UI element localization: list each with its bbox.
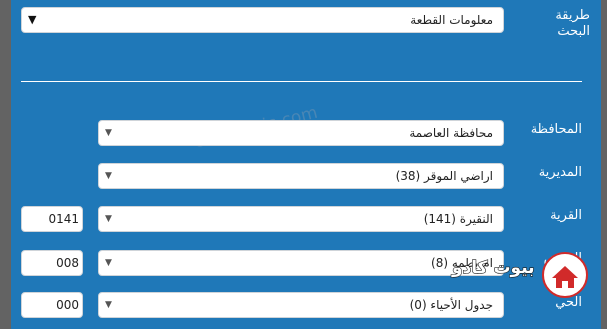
village-code-input[interactable]: 0141 — [21, 206, 83, 232]
search-method-value: معلومات القطعة — [410, 13, 493, 27]
governorate-value: محافظة العاصمة — [409, 126, 493, 140]
search-method-label: طريقة البحث — [555, 8, 590, 39]
left-edge — [0, 0, 11, 329]
house-logo-icon — [542, 252, 588, 298]
directorate-label: المديرية — [538, 165, 582, 180]
neighborhood-select[interactable]: جدول الأحياء (0) ▼ — [98, 292, 504, 318]
directorate-select[interactable]: اراضي الموقر (38) ▼ — [98, 163, 504, 189]
village-label: القرية — [550, 208, 582, 223]
right-edge — [601, 0, 607, 329]
chevron-down-icon: ▼ — [105, 258, 112, 268]
chevron-down-icon: ▼ — [105, 300, 112, 310]
search-method-select[interactable]: معلومات القطعة ▼ — [21, 7, 504, 33]
site-logo: بيوت كادو — [451, 252, 588, 308]
chevron-down-icon: ▼ — [28, 13, 37, 26]
chevron-down-icon: ▼ — [105, 171, 112, 181]
village-select[interactable]: النقيرة (141) ▼ — [98, 206, 504, 232]
directorate-value: اراضي الموقر (38) — [395, 169, 493, 183]
logo-text: بيوت كادو — [451, 257, 535, 278]
governorate-select[interactable]: محافظة العاصمة ▼ — [98, 120, 504, 146]
basin-select[interactable]: ام بطمه (8) ▼ — [98, 250, 504, 276]
chevron-down-icon: ▼ — [105, 214, 112, 224]
divider — [21, 81, 582, 82]
village-value: النقيرة (141) — [423, 212, 493, 226]
chevron-down-icon: ▼ — [105, 128, 112, 138]
neighborhood-code-input[interactable]: 000 — [21, 292, 83, 318]
governorate-label: المحافظة — [530, 122, 582, 137]
basin-code-input[interactable]: 008 — [21, 250, 83, 276]
